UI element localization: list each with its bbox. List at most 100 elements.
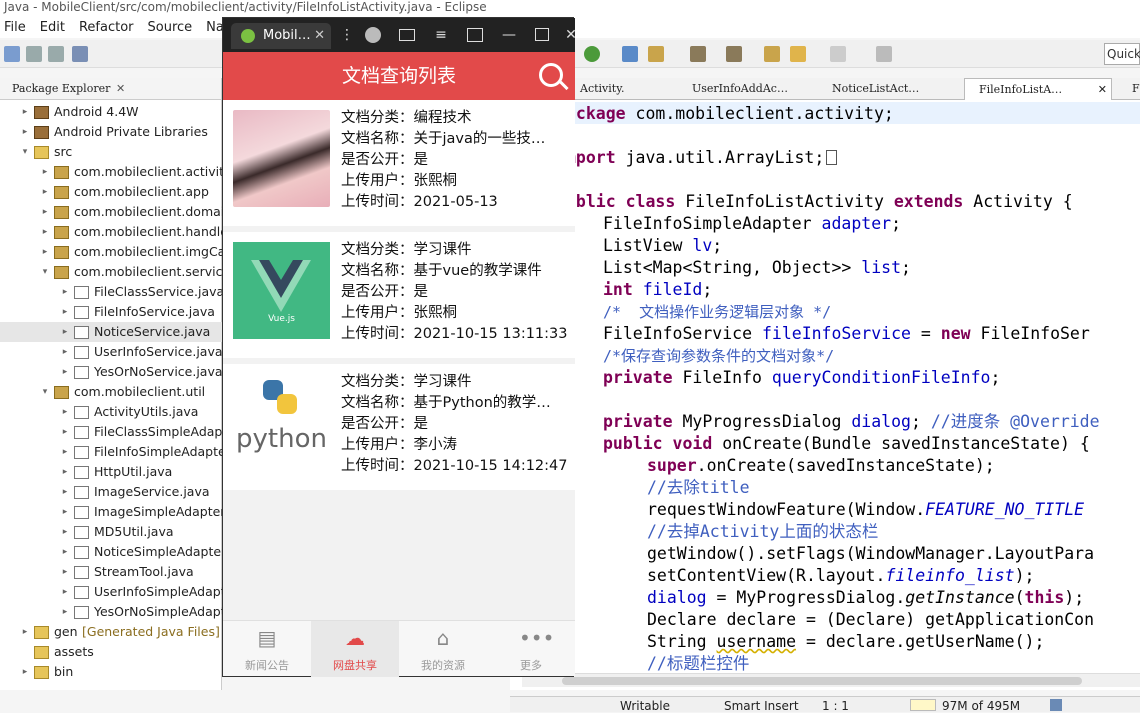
close-icon[interactable]: ✕ xyxy=(1098,79,1107,101)
code-editor[interactable]: ackage com.mobileclient.activity; mport … xyxy=(566,102,1140,672)
list-item[interactable]: Vue.js 文档分类：学习课件 文档名称：基于vue的教学课件 是否公开：是 … xyxy=(223,232,575,358)
tree-item[interactable]: ▸ YesOrNoService.java xyxy=(0,362,223,382)
save-all-icon[interactable] xyxy=(48,46,64,62)
next-annotation-icon[interactable] xyxy=(690,46,706,62)
mail-icon[interactable] xyxy=(399,29,415,41)
expand-arrow-icon[interactable]: ▸ xyxy=(20,122,30,142)
editor-tab-fileinfolist[interactable]: FileInfoListA… ✕ xyxy=(964,78,1112,100)
editor-tab-noticelist[interactable]: NoticeListAct… xyxy=(818,78,958,100)
expand-arrow-icon[interactable]: ▸ xyxy=(40,162,50,182)
expand-arrow-icon[interactable]: ▾ xyxy=(20,142,30,162)
tree-item[interactable]: ▾ com.mobileclient.util xyxy=(0,382,222,402)
wand-icon[interactable] xyxy=(648,46,664,62)
close-icon[interactable]: ✕ xyxy=(314,23,325,49)
expand-arrow-icon[interactable]: ▸ xyxy=(60,502,70,522)
maximize-icon[interactable] xyxy=(535,28,549,41)
tree-item[interactable]: ▸ com.mobileclient.domain xyxy=(0,202,232,222)
tree-item[interactable]: ▸ com.mobileclient.handler xyxy=(0,222,233,242)
expand-arrow-icon[interactable]: ▸ xyxy=(60,582,70,602)
expand-arrow-icon[interactable]: ▸ xyxy=(60,302,70,322)
expand-arrow-icon[interactable]: ▸ xyxy=(60,282,70,302)
tree-item[interactable]: ▸ gen [Generated Java Files] xyxy=(0,622,222,642)
menu-file[interactable]: File xyxy=(4,18,26,38)
close-icon[interactable]: ✕ xyxy=(563,27,579,43)
menu-refactor[interactable]: Refactor xyxy=(79,18,134,38)
package-explorer-tab[interactable]: Package Explorer ✕ xyxy=(0,78,221,100)
tree-item[interactable]: ▸ Android 4.4W xyxy=(0,102,222,122)
expand-arrow-icon[interactable]: ▸ xyxy=(60,442,70,462)
kebab-menu-icon[interactable]: ⋮ xyxy=(339,27,355,43)
back-icon[interactable] xyxy=(790,46,806,62)
nav-more[interactable]: ••• 更多 xyxy=(487,621,575,677)
expand-arrow-icon[interactable]: ▸ xyxy=(20,662,30,682)
list-item[interactable]: 文档分类：编程技术 文档名称：关于java的一些技… 是否公开：是 上传用户：张… xyxy=(223,100,575,226)
new-icon[interactable] xyxy=(4,46,20,62)
menu-edit[interactable]: Edit xyxy=(40,18,65,38)
hamburger-menu-icon[interactable]: ≡ xyxy=(433,27,449,43)
expand-arrow-icon[interactable]: ▸ xyxy=(20,622,30,642)
menu-source[interactable]: Source xyxy=(148,18,193,38)
expand-arrow-icon[interactable]: ▸ xyxy=(60,422,70,442)
tree-item[interactable]: ▸ bin xyxy=(0,662,222,682)
expand-arrow-icon[interactable]: ▸ xyxy=(20,102,30,122)
search-icon[interactable] xyxy=(539,63,563,87)
tree-item[interactable]: ▸ YesOrNoSimpleAdapt xyxy=(0,602,226,622)
run-icon[interactable] xyxy=(584,46,600,62)
editor-tab-userinfoadd[interactable]: UserInfoAddAc… xyxy=(678,78,812,100)
tree-item[interactable]: ▸ ImageService.java xyxy=(0,482,222,502)
expand-arrow-icon[interactable]: ▸ xyxy=(40,222,50,242)
quick-access-input[interactable]: Quick xyxy=(1104,43,1140,65)
tree-item[interactable]: ▸ ActivityUtils.java xyxy=(0,402,222,422)
tree-item[interactable]: ▸ NoticeService.java xyxy=(0,322,222,342)
expand-arrow-icon[interactable]: ▸ xyxy=(40,242,50,262)
nav-resources[interactable]: ⌂ 我的资源 xyxy=(399,621,487,677)
expand-arrow-icon[interactable]: ▸ xyxy=(60,562,70,582)
tree-item[interactable]: ▸ ImageSimpleAdapter. xyxy=(0,502,228,522)
prev-annotation-icon[interactable] xyxy=(726,46,742,62)
expand-arrow-icon[interactable]: ▸ xyxy=(60,542,70,562)
tree-item[interactable]: ▸ com.mobileclient.app xyxy=(0,182,222,202)
expand-arrow-icon[interactable]: ▾ xyxy=(40,382,50,402)
forward-icon[interactable] xyxy=(830,46,846,62)
tree-item[interactable]: ▸ NoticeSimpleAdapter. xyxy=(0,542,229,562)
tree-item[interactable]: ▸ com.mobileclient.activity xyxy=(0,162,231,182)
debug-icon[interactable] xyxy=(622,46,638,62)
expand-arrow-icon[interactable]: ▸ xyxy=(60,482,70,502)
print-icon[interactable] xyxy=(72,46,88,62)
expand-arrow-icon[interactable]: ▾ xyxy=(40,262,50,282)
editor-tab-more[interactable]: F xyxy=(1118,78,1140,100)
tree-item[interactable]: ▾ com.mobileclient.service xyxy=(0,262,230,282)
emulator-tab[interactable]: Mobil… ✕ xyxy=(231,23,331,49)
tree-item[interactable]: assets xyxy=(0,642,222,662)
nav-share[interactable]: ☁ 网盘共享 xyxy=(311,621,399,677)
minimize-icon[interactable]: — xyxy=(501,27,517,43)
trash-icon[interactable] xyxy=(1050,699,1062,711)
tree-item[interactable]: ▸ UserInfoSimpleAdapte xyxy=(0,582,233,602)
tree-item[interactable]: ▸ StreamTool.java xyxy=(0,562,222,582)
tree-item[interactable]: ▸ FileInfoSimpleAdapter xyxy=(0,442,231,462)
close-icon[interactable]: ✕ xyxy=(116,78,125,100)
expand-arrow-icon[interactable]: ▸ xyxy=(60,602,70,622)
fold-icon[interactable] xyxy=(826,150,838,165)
resize-icon[interactable] xyxy=(467,28,483,42)
tree-item[interactable]: ▾ src xyxy=(0,142,222,162)
account-icon[interactable] xyxy=(365,27,381,43)
expand-arrow-icon[interactable]: ▸ xyxy=(60,522,70,542)
last-edit-icon[interactable] xyxy=(764,46,780,62)
horizontal-scrollbar[interactable] xyxy=(522,673,1140,687)
tree-item[interactable]: ▸ UserInfoService.java xyxy=(0,342,223,362)
expand-arrow-icon[interactable]: ▸ xyxy=(40,202,50,222)
tree-item[interactable]: ▸ com.mobileclient.imgCac xyxy=(0,242,232,262)
expand-arrow-icon[interactable]: ▸ xyxy=(60,322,70,342)
save-icon[interactable] xyxy=(26,46,42,62)
scroll-thumb[interactable] xyxy=(562,677,1082,685)
expand-arrow-icon[interactable]: ▸ xyxy=(60,362,70,382)
tree-item[interactable]: ▸ FileInfoService.java xyxy=(0,302,222,322)
editor-tab-activity[interactable]: Activity. xyxy=(566,78,672,100)
tree-item[interactable]: ▸ MD5Util.java xyxy=(0,522,222,542)
expand-arrow-icon[interactable]: ▸ xyxy=(60,402,70,422)
nav-news[interactable]: ▤ 新闻公告 xyxy=(223,621,311,677)
tree-item[interactable]: ▸ HttpUtil.java xyxy=(0,462,222,482)
expand-arrow-icon[interactable] xyxy=(20,642,30,662)
pin-icon[interactable] xyxy=(876,46,892,62)
